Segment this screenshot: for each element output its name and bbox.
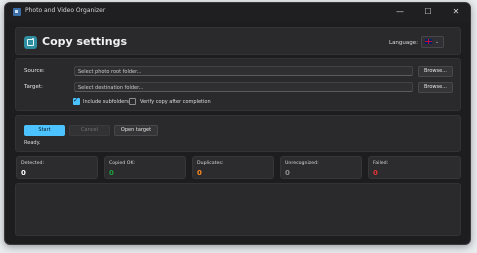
duplicates-label: Duplicates: xyxy=(197,161,224,166)
source-folder-input[interactable]: Select photo root folder... xyxy=(74,66,413,76)
target-placeholder: Select destination folder... xyxy=(78,85,144,91)
app-icon xyxy=(13,8,21,16)
status-text: Ready. xyxy=(24,140,41,146)
failed-stat-card: Failed: 0 xyxy=(368,156,461,179)
close-button[interactable]: ✕ xyxy=(446,5,466,19)
folder-settings-panel: Source: Select photo root folder... Brow… xyxy=(15,58,461,111)
window-title: Photo and Video Organizer xyxy=(25,7,106,14)
copied-ok-value: 0 xyxy=(109,169,114,177)
page-title: Copy settings xyxy=(42,35,128,48)
title-bar[interactable]: Photo and Video Organizer — ☐ ✕ xyxy=(5,3,470,22)
maximize-button[interactable]: ☐ xyxy=(418,5,438,19)
copied-ok-label: Copied OK: xyxy=(109,161,136,166)
language-select[interactable]: ⌄ xyxy=(421,36,444,48)
start-button[interactable]: Start xyxy=(24,125,65,136)
actions-panel: Start Cancel Open target Ready. xyxy=(15,115,461,152)
target-browse-button[interactable]: Browse... xyxy=(418,82,453,93)
unrecognized-stat-card: Unrecognized: 0 xyxy=(280,156,362,179)
source-placeholder: Select photo root folder... xyxy=(78,69,142,75)
include-subfolders-checkbox[interactable] xyxy=(73,96,80,105)
uk-flag-icon xyxy=(425,39,432,44)
app-logo-icon xyxy=(24,36,37,49)
include-subfolders-label: Include subfolders xyxy=(83,99,129,105)
failed-value: 0 xyxy=(373,169,378,177)
copied-ok-stat-card: Copied OK: 0 xyxy=(104,156,186,179)
target-folder-input[interactable]: Select destination folder... xyxy=(74,82,413,92)
source-label: Source: xyxy=(24,68,45,74)
detected-stat-card: Detected: 0 xyxy=(16,156,98,179)
detected-label: Detected: xyxy=(21,161,45,166)
source-browse-button[interactable]: Browse... xyxy=(418,66,453,77)
unrecognized-value: 0 xyxy=(285,169,290,177)
verify-copy-checkbox[interactable] xyxy=(129,98,136,105)
app-window: Photo and Video Organizer — ☐ ✕ Copy set… xyxy=(4,2,471,245)
detected-value: 0 xyxy=(21,169,26,177)
chevron-down-icon: ⌄ xyxy=(435,39,440,45)
verify-copy-label: Verify copy after completion xyxy=(140,99,211,105)
main-content: Copy settings Language: ⌄ Source: Select… xyxy=(13,25,461,238)
header-panel: Copy settings Language: ⌄ xyxy=(15,27,461,55)
open-target-button[interactable]: Open target xyxy=(114,125,158,136)
failed-label: Failed: xyxy=(373,161,389,166)
minimize-button[interactable]: — xyxy=(390,5,410,19)
log-panel xyxy=(15,183,461,236)
duplicates-stat-card: Duplicates: 0 xyxy=(192,156,274,179)
cancel-button[interactable]: Cancel xyxy=(69,125,110,136)
unrecognized-label: Unrecognized: xyxy=(285,161,319,166)
target-label: Target: xyxy=(24,84,43,90)
language-label: Language: xyxy=(389,40,418,46)
duplicates-value: 0 xyxy=(197,169,202,177)
